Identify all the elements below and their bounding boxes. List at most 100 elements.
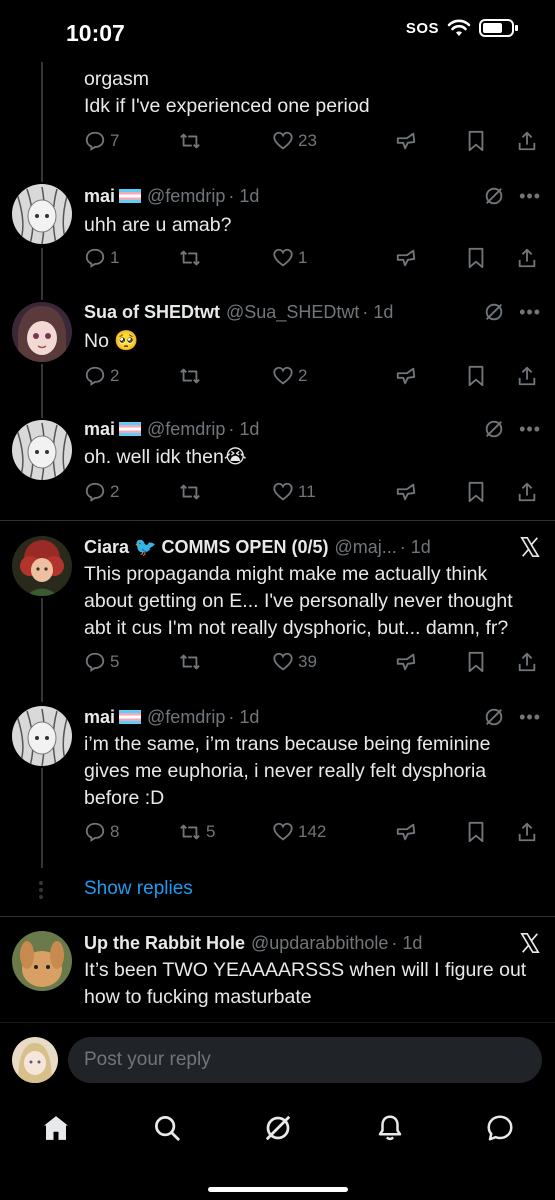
tweet-header: Up the Rabbit Hole @updarabbithole · 1d xyxy=(84,931,541,955)
reply-button[interactable]: 2 xyxy=(84,365,178,387)
tweet[interactable]: mai @femdrip · 1d ••• oh. well idk then😭… xyxy=(0,404,555,520)
handle[interactable]: @femdrip xyxy=(147,707,225,728)
timestamp[interactable]: · 1d xyxy=(228,707,259,728)
retweet-button[interactable] xyxy=(178,365,272,387)
reply-button[interactable]: 5 xyxy=(84,651,178,673)
nav-home[interactable] xyxy=(36,1108,76,1148)
tweet[interactable]: mai @femdrip · 1d ••• uhh are u amab? 1 … xyxy=(0,172,555,288)
nav-search[interactable] xyxy=(147,1108,187,1148)
x-logo-icon[interactable] xyxy=(519,536,541,558)
display-name[interactable]: mai xyxy=(84,419,115,440)
handle[interactable]: @femdrip xyxy=(147,419,225,440)
display-name[interactable]: Up the Rabbit Hole xyxy=(84,933,245,954)
avatar[interactable] xyxy=(12,706,72,766)
reply-button[interactable]: 8 xyxy=(84,821,178,843)
share-button[interactable] xyxy=(516,821,538,843)
show-replies-link[interactable]: Show replies xyxy=(84,878,193,900)
more-options-button[interactable]: ••• xyxy=(519,419,541,440)
nav-messages[interactable] xyxy=(480,1108,520,1148)
tweet[interactable]: orgasm Idk if I've experienced one perio… xyxy=(0,0,555,172)
handle[interactable]: @femdrip xyxy=(147,186,225,207)
bookmark-button[interactable] xyxy=(466,821,516,843)
display-name[interactable]: mai xyxy=(84,707,115,728)
retweet-button[interactable] xyxy=(178,651,272,673)
grok-icon[interactable] xyxy=(483,418,505,440)
like-button[interactable]: 2 xyxy=(272,365,394,387)
handle[interactable]: @Sua_SHEDtwt xyxy=(226,302,359,323)
bookmark-button[interactable] xyxy=(466,651,516,673)
own-avatar[interactable] xyxy=(12,1037,58,1083)
display-name[interactable]: mai xyxy=(84,186,115,207)
tweet-text: uhh are u amab? xyxy=(84,214,232,236)
tweet[interactable]: Up the Rabbit Hole @updarabbithole · 1d … xyxy=(0,917,555,1023)
like-button[interactable]: 23 xyxy=(272,130,394,152)
avatar[interactable] xyxy=(12,184,72,244)
display-name[interactable]: Ciara 🐦 COMMS OPEN (0/5) xyxy=(84,537,328,558)
retweet-button[interactable]: 5 xyxy=(178,821,272,843)
avatar[interactable] xyxy=(12,420,72,480)
retweet-button[interactable] xyxy=(178,247,272,269)
bookmark-icon xyxy=(468,247,484,269)
bottom-nav xyxy=(0,1100,555,1200)
share-icon xyxy=(518,248,536,268)
views-button[interactable] xyxy=(394,821,466,843)
more-options-button[interactable]: ••• xyxy=(519,302,541,323)
avatar[interactable] xyxy=(12,931,72,991)
home-indicator[interactable] xyxy=(208,1187,348,1192)
views-button[interactable] xyxy=(394,481,466,503)
trans-flag-emoji xyxy=(119,422,142,436)
views-icon xyxy=(396,653,416,671)
tweet-header: mai @femdrip · 1d ••• xyxy=(84,705,541,729)
grok-icon[interactable] xyxy=(483,185,505,207)
x-logo-icon[interactable] xyxy=(519,932,541,954)
tweet-text: No 🥺 xyxy=(84,330,139,352)
nav-notifications[interactable] xyxy=(370,1108,410,1148)
tweet[interactable]: Sua of SHEDtwt @Sua_SHEDtwt · 1d ••• No … xyxy=(0,288,555,404)
views-button[interactable] xyxy=(394,130,466,152)
handle[interactable]: @maj... xyxy=(334,537,396,558)
retweet-button[interactable] xyxy=(178,130,272,152)
share-button[interactable] xyxy=(516,365,538,387)
share-button[interactable] xyxy=(516,247,538,269)
timestamp[interactable]: · 1d xyxy=(391,933,422,954)
bookmark-button[interactable] xyxy=(466,247,516,269)
share-icon xyxy=(518,482,536,502)
share-button[interactable] xyxy=(516,651,538,673)
like-icon xyxy=(273,482,293,501)
reply-input[interactable]: Post your reply xyxy=(68,1037,542,1083)
reply-button[interactable]: 2 xyxy=(84,481,178,503)
timestamp[interactable]: · 1d xyxy=(228,186,259,207)
bookmark-button[interactable] xyxy=(466,365,516,387)
grok-icon[interactable] xyxy=(483,301,505,323)
timestamp[interactable]: · 1d xyxy=(400,537,431,558)
tweet[interactable]: Ciara 🐦 COMMS OPEN (0/5) @maj... · 1d Th… xyxy=(0,521,555,691)
more-options-button[interactable]: ••• xyxy=(519,186,541,207)
like-button[interactable]: 1 xyxy=(272,247,394,269)
reply-button[interactable]: 7 xyxy=(84,130,178,152)
more-options-button[interactable]: ••• xyxy=(519,707,541,728)
share-button[interactable] xyxy=(516,130,538,152)
nav-grok[interactable] xyxy=(258,1108,298,1148)
bookmark-button[interactable] xyxy=(466,130,516,152)
like-button[interactable]: 142 xyxy=(272,821,394,843)
views-icon xyxy=(396,483,416,501)
views-button[interactable] xyxy=(394,247,466,269)
tweet[interactable]: mai @femdrip · 1d ••• i’m the same, i’m … xyxy=(0,691,555,861)
bookmark-button[interactable] xyxy=(466,481,516,503)
reply-button[interactable]: 1 xyxy=(84,247,178,269)
like-button[interactable]: 39 xyxy=(272,651,394,673)
timestamp[interactable]: · 1d xyxy=(228,419,259,440)
display-name[interactable]: Sua of SHEDtwt xyxy=(84,302,220,323)
views-button[interactable] xyxy=(394,365,466,387)
avatar[interactable] xyxy=(12,536,72,596)
grok-icon xyxy=(265,1115,291,1141)
grok-icon[interactable] xyxy=(483,706,505,728)
retweet-button[interactable] xyxy=(178,481,272,503)
timestamp[interactable]: · 1d xyxy=(362,302,393,323)
handle[interactable]: @updarabbithole xyxy=(251,933,388,954)
tweet-text: This propaganda might make me actually t… xyxy=(84,563,513,639)
like-button[interactable]: 11 xyxy=(272,481,394,503)
avatar[interactable] xyxy=(12,302,72,362)
views-button[interactable] xyxy=(394,651,466,673)
share-button[interactable] xyxy=(516,481,538,503)
